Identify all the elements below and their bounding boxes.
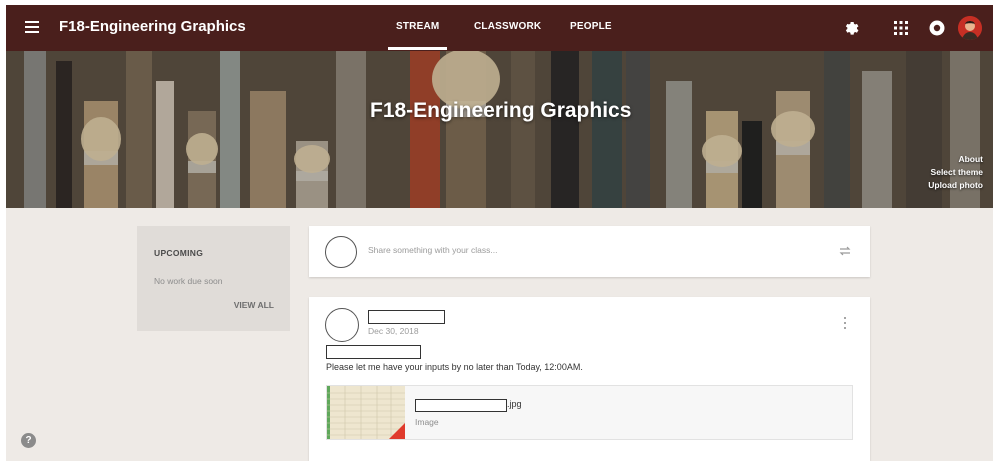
top-app-bar: F18-Engineering Graphics STREAM CLASSWOR… [6,5,993,51]
view-all-button[interactable]: VIEW ALL [234,300,274,310]
upcoming-subtitle: No work due soon [154,276,223,286]
class-banner: F18-Engineering Graphics About Select th… [6,51,993,208]
attachment[interactable]: .jpg Image [326,385,853,440]
banner-title: F18-Engineering Graphics [370,99,632,122]
gear-icon[interactable] [843,19,861,37]
repost-icon[interactable] [838,244,852,258]
upload-photo-link[interactable]: Upload photo [928,179,983,192]
more-options-icon[interactable] [843,317,847,331]
avatar[interactable] [958,16,982,40]
redacted-file-name [415,399,507,412]
tab-people[interactable]: PEOPLE [570,21,612,32]
tab-stream[interactable]: STREAM [387,21,448,50]
attachment-thumbnail [327,386,405,439]
share-card[interactable]: Share something with your class... [309,226,870,277]
menu-icon[interactable] [25,21,39,33]
share-avatar [325,236,357,268]
paintbrushes-banner-image [6,51,993,208]
post-card: Dec 30, 2018 Please let me have your inp… [309,297,870,461]
spreadsheet-thumbnail-icon [327,386,405,439]
account-icon[interactable] [928,19,946,37]
classroom-page: F18-Engineering Graphics STREAM CLASSWOR… [6,5,993,461]
redacted-author-name [368,310,445,324]
user-photo-icon [958,16,982,40]
tab-classwork[interactable]: CLASSWORK [474,21,541,32]
help-icon[interactable]: ? [21,433,36,448]
post-text: Please let me have your inputs by no lat… [326,362,583,372]
upcoming-title: UPCOMING [154,248,204,258]
attachment-type: Image [415,417,439,427]
apps-icon[interactable] [892,19,910,37]
post-date: Dec 30, 2018 [368,326,419,336]
share-input[interactable]: Share something with your class... [368,245,497,255]
course-title[interactable]: F18-Engineering Graphics [59,18,246,35]
banner-links: About Select theme Upload photo [928,153,983,192]
redacted-post-title [326,345,421,359]
about-link[interactable]: About [928,153,983,166]
select-theme-link[interactable]: Select theme [928,166,983,179]
upcoming-card: UPCOMING No work due soon VIEW ALL [137,226,290,331]
attachment-extension: .jpg [507,399,522,409]
post-author-avatar [325,308,359,342]
